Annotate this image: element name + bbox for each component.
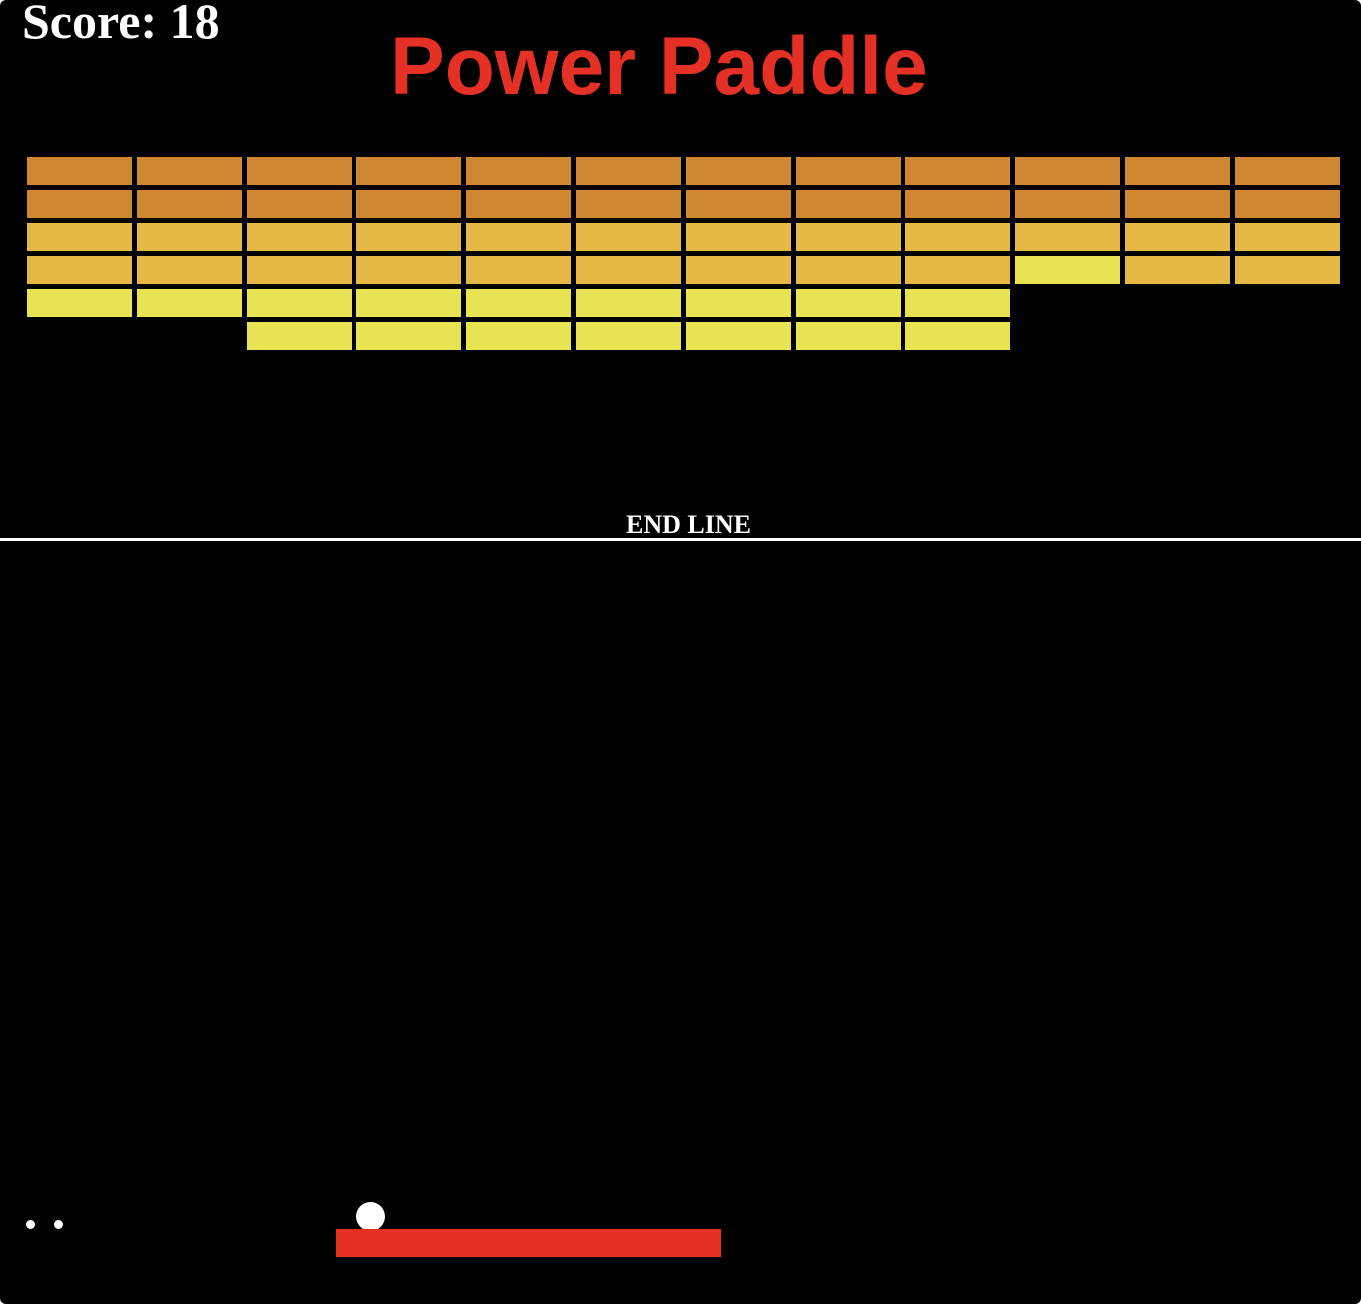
brick	[686, 223, 791, 251]
brick	[137, 157, 242, 185]
brick	[466, 322, 571, 350]
brick	[1125, 223, 1230, 251]
brick	[1235, 223, 1340, 251]
brick	[27, 157, 132, 185]
end-line	[0, 538, 1361, 541]
brick	[686, 289, 791, 317]
brick-wall	[0, 0, 1361, 400]
brick	[576, 157, 681, 185]
brick	[356, 157, 461, 185]
brick	[686, 322, 791, 350]
brick	[1015, 256, 1120, 284]
brick	[356, 223, 461, 251]
brick	[466, 157, 571, 185]
brick	[356, 322, 461, 350]
brick	[576, 322, 681, 350]
brick	[1235, 256, 1340, 284]
brick	[796, 289, 901, 317]
brick	[247, 223, 352, 251]
brick	[796, 190, 901, 218]
brick	[905, 190, 1010, 218]
brick	[466, 223, 571, 251]
brick	[576, 289, 681, 317]
brick	[1125, 157, 1230, 185]
game-canvas[interactable]: Score: 18 Power Paddle END LINE	[0, 0, 1361, 1304]
brick	[1015, 223, 1120, 251]
brick	[796, 256, 901, 284]
brick	[1015, 157, 1120, 185]
brick	[466, 190, 571, 218]
brick	[27, 223, 132, 251]
brick	[1125, 190, 1230, 218]
life-dot-icon	[26, 1220, 35, 1229]
lives-indicator	[26, 1220, 86, 1230]
brick	[796, 322, 901, 350]
brick	[356, 256, 461, 284]
brick	[686, 190, 791, 218]
brick	[796, 157, 901, 185]
brick	[905, 256, 1010, 284]
brick	[905, 289, 1010, 317]
brick	[905, 223, 1010, 251]
brick	[27, 190, 132, 218]
brick	[576, 223, 681, 251]
brick	[796, 223, 901, 251]
brick	[247, 256, 352, 284]
brick	[686, 157, 791, 185]
brick	[576, 190, 681, 218]
brick	[1235, 157, 1340, 185]
brick	[247, 322, 352, 350]
brick	[1125, 256, 1230, 284]
brick	[27, 289, 132, 317]
brick	[356, 190, 461, 218]
brick	[137, 190, 242, 218]
brick	[27, 256, 132, 284]
life-dot-icon	[54, 1220, 63, 1229]
brick	[576, 256, 681, 284]
brick	[466, 256, 571, 284]
brick	[247, 190, 352, 218]
brick	[905, 322, 1010, 350]
paddle[interactable]	[336, 1229, 721, 1257]
brick	[686, 256, 791, 284]
brick	[137, 223, 242, 251]
brick	[1235, 190, 1340, 218]
end-line-label: END LINE	[626, 510, 751, 539]
brick	[247, 289, 352, 317]
brick	[905, 157, 1010, 185]
brick	[137, 256, 242, 284]
brick	[247, 157, 352, 185]
brick	[466, 289, 571, 317]
brick	[137, 289, 242, 317]
ball	[356, 1202, 385, 1231]
brick	[1015, 190, 1120, 218]
brick	[356, 289, 461, 317]
